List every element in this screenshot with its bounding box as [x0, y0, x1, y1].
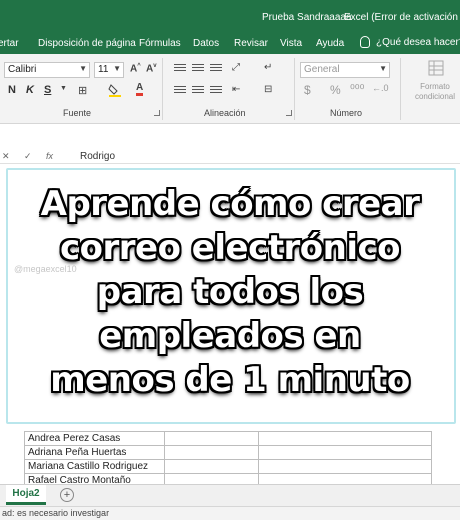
tab-view[interactable]: Vista: [280, 38, 302, 49]
empty-cell[interactable]: [164, 459, 259, 474]
number-group-label: Número: [330, 108, 363, 118]
increase-font-icon[interactable]: A^: [130, 63, 141, 74]
font-group-label: Fuente: [63, 108, 92, 118]
sheet-tab-hoja2[interactable]: Hoja2: [6, 485, 46, 505]
caption-line: para todos los: [96, 272, 364, 312]
caption-line: menos de 1 minuto: [50, 360, 410, 400]
empty-cell[interactable]: [164, 431, 259, 446]
font-dialog-launcher-icon[interactable]: [154, 110, 160, 116]
empty-cell[interactable]: [258, 459, 432, 474]
confirm-entry-icon[interactable]: ✓: [24, 151, 32, 162]
table-row: Mariana Castillo Rodriguez: [24, 459, 432, 474]
align-left-icon[interactable]: [174, 86, 186, 95]
chevron-down-icon: ▼: [379, 64, 387, 73]
ribbon: Calibri ▼ 11 ▼ A^ Av N K S ▼ ⊞ A Fuente …: [0, 54, 460, 124]
employee-table: Andrea Perez Casas Adriana Peña Huertas …: [24, 431, 432, 488]
align-top-icon[interactable]: [174, 64, 186, 73]
chevron-down-icon: ▼: [113, 64, 121, 73]
window-app-title: Excel (Error de activación de p: [344, 12, 460, 23]
overlay-caption: Aprende cómo crear correo electrónico pa…: [0, 182, 460, 402]
thousands-separator-icon[interactable]: ⁰⁰⁰: [350, 82, 364, 96]
decrease-font-icon[interactable]: Av: [146, 63, 157, 74]
alignment-dialog-launcher-icon[interactable]: [286, 110, 292, 116]
increase-decimal-icon[interactable]: ←.0: [372, 83, 389, 93]
wrap-text-icon[interactable]: ↵: [264, 62, 272, 73]
number-format-select[interactable]: General ▼: [300, 62, 390, 78]
chevron-down-icon: ▼: [79, 64, 87, 73]
ribbon-tabs: ertar Disposición de página Fórmulas Dat…: [0, 32, 460, 54]
tab-insert[interactable]: ertar: [0, 38, 19, 49]
name-cell[interactable]: Andrea Perez Casas: [24, 431, 165, 446]
merge-cells-icon[interactable]: ⊟: [264, 84, 272, 95]
borders-icon[interactable]: ⊞: [78, 84, 87, 97]
currency-button[interactable]: $: [304, 83, 311, 97]
align-middle-icon[interactable]: [192, 64, 204, 73]
group-divider: [162, 58, 163, 120]
font-name-value: Calibri: [8, 64, 37, 75]
chevron-down-icon[interactable]: ▼: [60, 85, 67, 92]
tab-data[interactable]: Datos: [193, 38, 219, 49]
tab-help[interactable]: Ayuda: [316, 38, 344, 49]
align-center-icon[interactable]: [192, 86, 204, 95]
alignment-group-label: Alineación: [204, 108, 246, 118]
lightbulb-icon: [360, 36, 370, 48]
empty-cell[interactable]: [258, 445, 432, 460]
formula-input[interactable]: Rodrigo: [80, 151, 115, 162]
empty-cell[interactable]: [258, 431, 432, 446]
indent-icon[interactable]: ⇤: [232, 84, 240, 95]
align-right-icon[interactable]: [210, 86, 222, 95]
title-bar: Prueba Sandraaaaa Excel (Error de activa…: [0, 0, 460, 32]
insert-function-icon[interactable]: fx: [46, 151, 53, 161]
conditional-format-label[interactable]: Formato condicional: [412, 82, 458, 102]
status-text: ad: es necesario investigar: [2, 508, 110, 518]
orientation-icon[interactable]: ⤢: [232, 62, 240, 73]
table-row: Adriana Peña Huertas: [24, 445, 432, 460]
tell-me-label: ¿Qué desea hacer?: [376, 36, 460, 48]
underline-button[interactable]: S: [44, 84, 51, 96]
conditional-format-icon[interactable]: [428, 60, 444, 79]
bold-button[interactable]: N: [8, 84, 16, 96]
fill-color-icon[interactable]: [108, 83, 122, 100]
font-size-select[interactable]: 11 ▼: [94, 62, 124, 78]
sheet-tab-bar: Hoja2 +: [0, 484, 460, 506]
group-divider: [400, 58, 401, 120]
formula-bar: ✕ ✓ fx Rodrigo: [0, 150, 460, 164]
align-bottom-icon[interactable]: [210, 64, 222, 73]
number-format-value: General: [304, 64, 340, 75]
status-bar: ad: es necesario investigar: [0, 506, 460, 520]
table-row: Andrea Perez Casas: [24, 431, 432, 446]
percent-button[interactable]: %: [330, 83, 341, 97]
italic-button[interactable]: K: [26, 84, 34, 96]
name-cell[interactable]: Mariana Castillo Rodriguez: [24, 459, 165, 474]
tell-me-search[interactable]: ¿Qué desea hacer?: [360, 36, 460, 48]
tab-formulas[interactable]: Fórmulas: [139, 38, 181, 49]
caption-line: Aprende cómo crear: [40, 184, 420, 224]
tab-review[interactable]: Revisar: [234, 38, 268, 49]
font-color-icon[interactable]: A: [136, 82, 144, 96]
font-size-value: 11: [98, 64, 109, 75]
caption-line: empleados en: [99, 316, 361, 356]
cancel-entry-icon[interactable]: ✕: [2, 151, 10, 162]
name-cell[interactable]: Adriana Peña Huertas: [24, 445, 165, 460]
window-filename: Prueba Sandraaaaa: [262, 12, 352, 23]
tab-page-layout[interactable]: Disposición de página: [38, 38, 136, 49]
add-sheet-icon[interactable]: +: [60, 488, 74, 502]
caption-line: correo electrónico: [60, 228, 400, 268]
group-divider: [294, 58, 295, 120]
font-name-select[interactable]: Calibri ▼: [4, 62, 90, 78]
empty-cell[interactable]: [164, 445, 259, 460]
